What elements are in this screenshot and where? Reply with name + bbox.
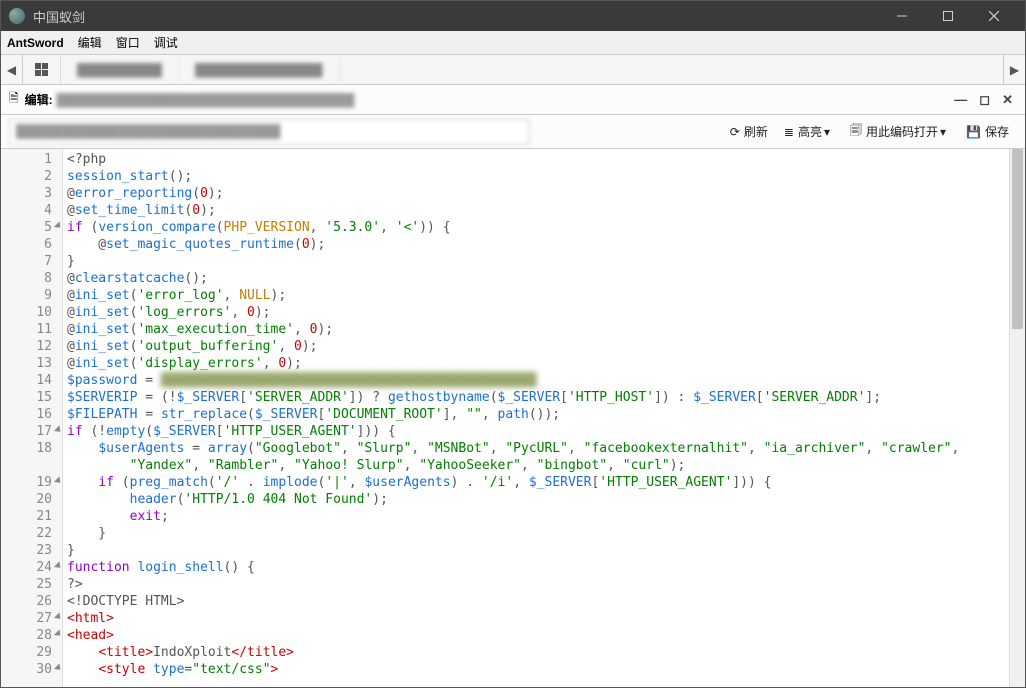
tab-home[interactable]	[23, 55, 61, 84]
tab-strip: ◀ ██████████ ███████████████ ▶	[1, 55, 1025, 85]
menubar: AntSword 编辑 窗口 调试	[1, 31, 1025, 55]
menu-debug[interactable]: 调试	[154, 34, 178, 51]
vertical-scrollbar[interactable]	[1009, 149, 1025, 687]
editor-header: 🗎 编辑: ██████████████████████████████████…	[1, 85, 1025, 115]
line-gutter[interactable]: 1234567891011121314151617181920212223242…	[1, 149, 63, 687]
chevron-down-icon: ▾	[940, 125, 946, 139]
save-label: 保存	[985, 123, 1009, 140]
tab-2[interactable]: ███████████████	[179, 55, 340, 84]
tab-scroll-left[interactable]: ◀	[1, 55, 23, 84]
file-path-input[interactable]	[9, 119, 529, 145]
open-encoding-label: 用此编码打开	[866, 123, 938, 140]
editor-toolbar: ⟳刷新 ≣高亮▾ 🗐用此编码打开▾ 💾保存	[1, 115, 1025, 149]
close-button[interactable]	[971, 1, 1017, 31]
open-with-encoding-button[interactable]: 🗐用此编码打开▾	[842, 119, 958, 145]
document-icon: 🗐	[850, 121, 862, 142]
highlight-label: 高亮	[798, 123, 822, 140]
editor-header-path: ███████████████████████████████████	[57, 93, 951, 107]
menu-app-name[interactable]: AntSword	[7, 36, 64, 50]
panel-minimize-button[interactable]: —	[950, 90, 971, 109]
app-icon	[9, 8, 25, 24]
titlebar: 中国蚁剑	[1, 1, 1025, 31]
window-controls	[879, 1, 1017, 31]
menu-window[interactable]: 窗口	[116, 34, 140, 51]
panel-close-button[interactable]: ✕	[998, 90, 1017, 110]
grid-icon	[35, 63, 48, 76]
window-title: 中国蚁剑	[33, 7, 879, 26]
save-button[interactable]: 💾 保存	[958, 119, 1017, 145]
save-icon: 💾	[966, 125, 981, 139]
tab-1[interactable]: ██████████	[61, 55, 179, 84]
minimize-button[interactable]	[879, 1, 925, 31]
refresh-button[interactable]: ⟳ 刷新	[722, 119, 776, 145]
refresh-label: 刷新	[744, 123, 768, 140]
editor-area: 1234567891011121314151617181920212223242…	[1, 149, 1025, 687]
maximize-button[interactable]	[925, 1, 971, 31]
document-icon: 🗎	[9, 89, 19, 110]
tab-scroll-right[interactable]: ▶	[1003, 55, 1025, 84]
refresh-icon: ⟳	[730, 125, 740, 139]
menu-edit[interactable]: 编辑	[78, 34, 102, 51]
scroll-thumb[interactable]	[1012, 149, 1023, 329]
panel-maximize-button[interactable]: ◻	[975, 90, 994, 110]
highlight-button[interactable]: ≣ 高亮▾	[776, 119, 842, 145]
chevron-down-icon: ▾	[824, 125, 830, 139]
list-icon: ≣	[784, 125, 794, 139]
code-editor[interactable]: <?phpsession_start();@error_reporting(0)…	[63, 149, 1009, 687]
editor-header-label: 编辑:	[25, 91, 53, 108]
